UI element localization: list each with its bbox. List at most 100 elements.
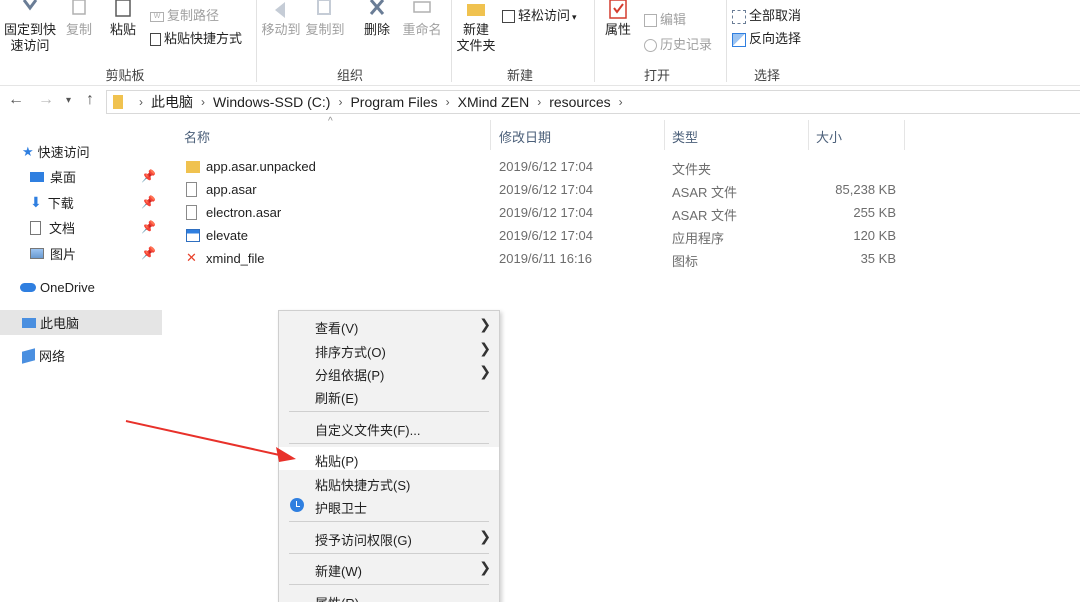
column-header-type[interactable]: 类型 bbox=[664, 123, 809, 149]
paste-shortcut-button[interactable]: 粘贴快捷方式 bbox=[150, 31, 242, 47]
copy-button[interactable]: 复制 bbox=[62, 0, 96, 38]
menu-item-grant-access[interactable]: 授予访问权限(G) ❯ bbox=[279, 526, 499, 549]
column-header-label: 类型 bbox=[672, 129, 699, 145]
pin-icon[interactable]: 📌 bbox=[141, 195, 156, 209]
file-size: 255 KB bbox=[853, 205, 896, 220]
pin-icon[interactable]: 📌 bbox=[141, 246, 156, 260]
paste-label: 粘贴 bbox=[109, 22, 136, 37]
address-bar[interactable]: › 此电脑 › Windows-SSD (C:) › Program Files… bbox=[106, 90, 1080, 114]
chevron-right-icon[interactable]: › bbox=[201, 95, 205, 109]
menu-separator bbox=[289, 411, 489, 412]
chevron-right-icon[interactable]: › bbox=[139, 95, 143, 109]
sidebar-item-quick-access[interactable]: ★ 快速访问 bbox=[0, 139, 162, 164]
file-row[interactable]: app.asar 2019/6/12 17:04 ASAR 文件 85,238 … bbox=[176, 179, 916, 202]
sidebar-item-label: OneDrive bbox=[40, 280, 95, 295]
easy-access-label: 轻松访问 bbox=[518, 8, 571, 23]
file-row[interactable]: ✕ xmind_file 2019/6/11 16:16 图标 35 KB bbox=[176, 248, 916, 271]
menu-item-label: 查看(V) bbox=[315, 321, 359, 336]
delete-button[interactable]: 删除 bbox=[358, 0, 396, 38]
edit-button[interactable]: 编辑 bbox=[644, 12, 686, 28]
sidebar-item-label: 图片 bbox=[50, 247, 77, 262]
breadcrumb-resources[interactable]: resources bbox=[549, 94, 610, 110]
sidebar-item-downloads[interactable]: ⬇ 下载 📌 bbox=[0, 190, 162, 215]
group-label-new: 新建 bbox=[506, 68, 533, 83]
properties-icon bbox=[609, 0, 627, 19]
file-row[interactable]: electron.asar 2019/6/12 17:04 ASAR 文件 25… bbox=[176, 202, 916, 225]
chevron-down-icon: ▾ bbox=[572, 12, 577, 22]
menu-item-group-by[interactable]: 分组依据(P) ❯ bbox=[279, 361, 499, 384]
forward-arrow-icon[interactable]: → bbox=[38, 91, 54, 109]
copy-path-label: 复制路径 bbox=[167, 8, 220, 23]
copy-path-icon: W bbox=[150, 11, 164, 22]
paste-shortcut-icon bbox=[150, 33, 161, 47]
sidebar-item-pictures[interactable]: 图片 📌 bbox=[0, 241, 162, 266]
file-row[interactable]: app.asar.unpacked 2019/6/12 17:04 文件夹 bbox=[176, 156, 916, 179]
sidebar-item-network[interactable]: 网络 bbox=[0, 343, 162, 368]
breadcrumb-this-pc[interactable]: 此电脑 bbox=[151, 92, 193, 112]
chevron-right-icon[interactable]: › bbox=[338, 95, 342, 109]
pin-icon[interactable]: 📌 bbox=[141, 169, 156, 183]
new-folder-button[interactable]: 新建 文件夹 bbox=[454, 0, 498, 54]
copy-to-label: 复制到 bbox=[305, 22, 345, 37]
breadcrumb-xmind-zen[interactable]: XMind ZEN bbox=[458, 94, 530, 110]
sidebar-item-desktop[interactable]: 桌面 📌 bbox=[0, 164, 162, 189]
breadcrumb-drive[interactable]: Windows-SSD (C:) bbox=[213, 94, 330, 110]
invert-selection-button[interactable]: 反向选择 bbox=[732, 31, 801, 47]
menu-item-sort-by[interactable]: 排序方式(O) ❯ bbox=[279, 338, 499, 361]
easy-access-button[interactable]: 轻松访问 ▾ bbox=[502, 8, 577, 25]
picture-icon bbox=[30, 248, 44, 259]
menu-item-customize-folder[interactable]: 自定义文件夹(F)... bbox=[279, 416, 499, 439]
rename-icon bbox=[413, 1, 431, 13]
copy-path-button[interactable]: W 复制路径 bbox=[150, 8, 219, 24]
menu-item-paste[interactable]: 粘贴(P) bbox=[279, 447, 499, 470]
file-type: ASAR 文件 bbox=[672, 185, 738, 200]
column-header-size[interactable]: 大小 bbox=[808, 123, 904, 149]
chevron-right-icon: ❯ bbox=[479, 340, 491, 356]
copy-label: 复制 bbox=[65, 22, 92, 37]
document-icon bbox=[30, 220, 41, 235]
column-divider[interactable] bbox=[904, 120, 905, 150]
chevron-right-icon: ❯ bbox=[479, 559, 491, 575]
chevron-right-icon[interactable]: › bbox=[619, 95, 623, 109]
menu-item-view[interactable]: 查看(V) ❯ bbox=[279, 314, 499, 337]
properties-button[interactable]: 属性 bbox=[600, 0, 636, 38]
app-icon bbox=[186, 229, 200, 242]
breadcrumb-program-files[interactable]: Program Files bbox=[350, 94, 437, 110]
group-label-organize: 组织 bbox=[336, 68, 363, 83]
menu-item-label: 属性(R) bbox=[315, 593, 359, 602]
paste-button[interactable]: 粘贴 bbox=[104, 0, 142, 38]
recent-locations-chevron-icon[interactable]: ▾ bbox=[66, 95, 71, 106]
sidebar-item-onedrive[interactable]: OneDrive bbox=[0, 275, 162, 300]
menu-item-properties[interactable]: 属性(R) bbox=[279, 589, 499, 602]
chevron-right-icon[interactable]: › bbox=[446, 95, 450, 109]
file-size: 35 KB bbox=[860, 251, 896, 266]
star-icon: ★ bbox=[22, 143, 34, 159]
column-header-date[interactable]: 修改日期 bbox=[491, 123, 664, 149]
back-arrow-icon[interactable]: ← bbox=[8, 91, 24, 109]
menu-item-new[interactable]: 新建(W) ❯ bbox=[279, 557, 499, 580]
pin-quick-access-button[interactable]: 固定到快 速访问 bbox=[2, 0, 58, 54]
select-none-button[interactable]: 全部取消 bbox=[732, 8, 801, 24]
menu-item-eye-guard[interactable]: 护眼卫士 bbox=[279, 494, 499, 517]
menu-item-paste-shortcut[interactable]: 粘贴快捷方式(S) bbox=[279, 471, 499, 494]
group-label-select: 选择 bbox=[753, 68, 780, 83]
sidebar-item-label: 文档 bbox=[49, 221, 76, 236]
rename-button[interactable]: 重命名 bbox=[400, 0, 444, 38]
ribbon-divider bbox=[726, 0, 727, 82]
chevron-right-icon[interactable]: › bbox=[537, 95, 541, 109]
up-arrow-icon[interactable]: ↑ bbox=[86, 91, 94, 109]
file-row[interactable]: elevate 2019/6/12 17:04 应用程序 120 KB bbox=[176, 225, 916, 248]
clipboard-icon bbox=[115, 0, 131, 17]
paste-shortcut-label: 粘贴快捷方式 bbox=[164, 31, 243, 46]
sidebar-item-this-pc[interactable]: 此电脑 bbox=[0, 310, 162, 335]
menu-separator bbox=[289, 553, 489, 554]
menu-item-refresh[interactable]: 刷新(E) bbox=[279, 384, 499, 407]
file-name: app.asar bbox=[206, 182, 257, 197]
sidebar-item-documents[interactable]: 文档 📌 bbox=[0, 215, 162, 240]
copy-to-button[interactable]: 复制到 bbox=[304, 0, 346, 38]
history-button[interactable]: 历史记录 bbox=[644, 37, 712, 53]
pin-icon[interactable]: 📌 bbox=[141, 220, 156, 234]
move-to-button[interactable]: 移动到 bbox=[260, 0, 302, 38]
delete-label: 删除 bbox=[363, 22, 390, 37]
column-header-name[interactable]: 名称 bbox=[176, 123, 490, 149]
